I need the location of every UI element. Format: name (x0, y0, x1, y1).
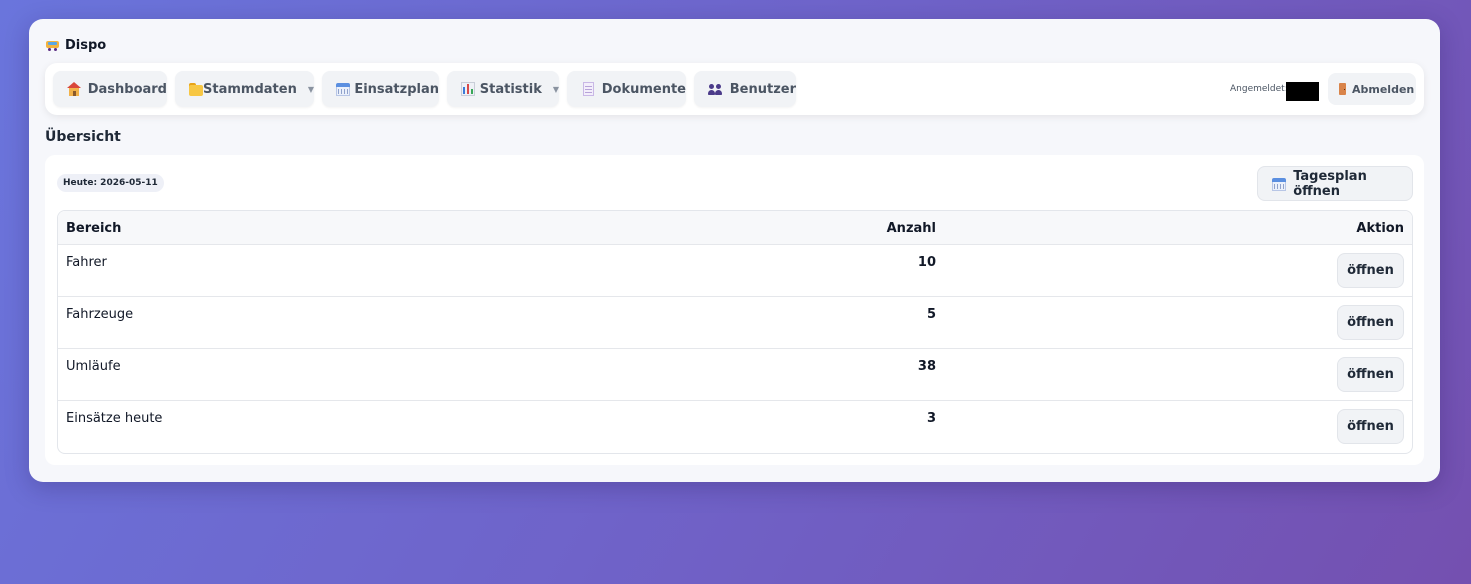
row-anzahl: 38 (917, 359, 936, 374)
logout-label: Abmelden (1352, 82, 1415, 96)
nav-dashboard-button[interactable]: Dashboard (53, 71, 167, 107)
open-einsaetze-button[interactable]: öffnen (1337, 409, 1404, 444)
overview-card: Heute: 2026-05-11 Tagesplan öffnen Berei… (45, 155, 1424, 465)
folder-icon (188, 81, 203, 97)
row-anzahl: 10 (917, 255, 936, 270)
door-icon (1339, 83, 1346, 95)
table-row: Fahrzeuge 5 öffnen (58, 297, 1412, 349)
nav-dashboard-label: Dashboard (87, 81, 167, 97)
row-bereich: Umläufe (66, 359, 121, 374)
calendar-icon (1271, 176, 1286, 192)
open-fahrzeuge-button[interactable]: öffnen (1337, 305, 1404, 340)
bus-icon (46, 40, 59, 51)
row-bereich: Einsätze heute (66, 411, 163, 426)
nav-stammdaten-label: Stammdaten (203, 81, 297, 97)
row-bereich: Fahrzeuge (66, 307, 134, 322)
top-navbar: Dashboard Stammdaten ▼ Einsatzplan Stati… (45, 63, 1424, 115)
open-fahrer-button[interactable]: öffnen (1337, 253, 1404, 288)
open-umlaeufe-button[interactable]: öffnen (1337, 357, 1404, 392)
nav-dokumente-button[interactable]: Dokumente (567, 71, 686, 107)
row-anzahl: 3 (926, 411, 936, 426)
nav-einsatzplan-button[interactable]: Einsatzplan (322, 71, 439, 107)
row-bereich: Fahrer (66, 255, 107, 270)
column-header-anzahl: Anzahl (886, 221, 936, 236)
document-icon (580, 81, 594, 97)
nav-statistik-label: Statistik (479, 81, 542, 97)
open-day-plan-label: Tagesplan öffnen (1293, 168, 1367, 199)
row-anzahl: 5 (926, 307, 936, 322)
table-header-row: Bereich Anzahl Aktion (58, 211, 1412, 245)
calendar-icon (335, 81, 350, 97)
table-row: Einsätze heute 3 öffnen (58, 401, 1412, 453)
app-window: Dispo Dashboard Stammdaten ▼ Einsatzplan… (29, 19, 1440, 482)
nav-benutzer-button[interactable]: Benutzer (694, 71, 796, 107)
nav-benutzer-label: Benutzer (729, 81, 796, 97)
bar-chart-icon (460, 81, 475, 97)
column-header-bereich: Bereich (66, 221, 122, 236)
users-icon (707, 81, 722, 97)
nav-statistik-button[interactable]: Statistik ▼ (447, 71, 559, 107)
overview-table: Bereich Anzahl Aktion Fahrer 10 öffnen F… (57, 210, 1413, 454)
house-icon (66, 81, 81, 97)
open-day-plan-button[interactable]: Tagesplan öffnen (1257, 166, 1413, 201)
page-title: Übersicht (45, 129, 121, 145)
nav-einsatzplan-label: Einsatzplan (354, 81, 439, 97)
table-row: Umläufe 38 öffnen (58, 349, 1412, 401)
date-badge: Heute: 2026-05-11 (57, 174, 164, 192)
logout-button[interactable]: Abmelden (1328, 73, 1416, 105)
nav-dokumente-label: Dokumente (601, 81, 686, 97)
chevron-down-icon: ▼ (552, 84, 559, 94)
username-redacted (1286, 82, 1319, 101)
brand: Dispo (46, 36, 106, 54)
column-header-aktion: Aktion (1356, 221, 1404, 236)
nav-stammdaten-button[interactable]: Stammdaten ▼ (175, 71, 314, 107)
logged-in-label: Angemeldet: (1230, 84, 1288, 94)
chevron-down-icon: ▼ (307, 84, 314, 94)
brand-title: Dispo (65, 37, 107, 53)
table-row: Fahrer 10 öffnen (58, 245, 1412, 297)
